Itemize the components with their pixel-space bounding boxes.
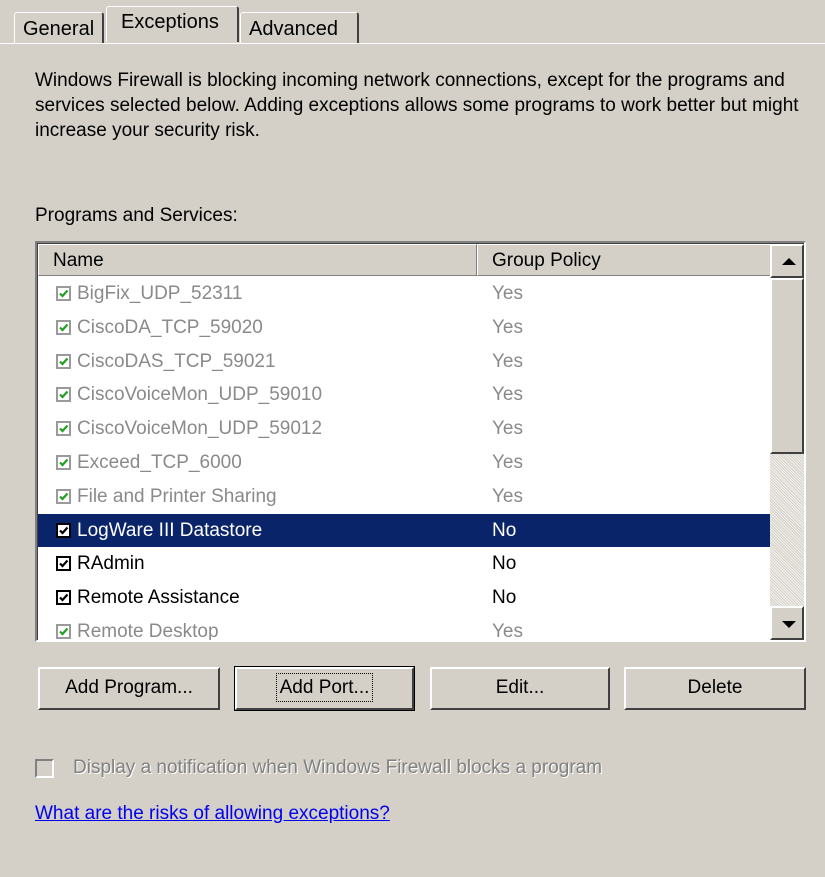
programs-label: Programs and Services: bbox=[35, 205, 238, 226]
row-name: RAdmin bbox=[77, 553, 145, 575]
row-checkbox[interactable] bbox=[56, 522, 71, 538]
list-item[interactable]: Remote Assistance No bbox=[38, 581, 771, 615]
tab-general-label: General bbox=[23, 18, 95, 40]
checkmark-icon bbox=[59, 289, 69, 298]
list-item[interactable]: RAdmin No bbox=[38, 547, 771, 581]
row-group-policy: Yes bbox=[492, 350, 523, 372]
tab-panel-edge bbox=[0, 43, 825, 44]
list-item[interactable]: CiscoDA_TCP_59020 Yes bbox=[38, 311, 771, 345]
scroll-up-button[interactable] bbox=[770, 244, 804, 278]
add-program-label: Add Program... bbox=[65, 677, 193, 698]
row-group-policy: Yes bbox=[492, 418, 523, 440]
scrollbar-thumb[interactable] bbox=[770, 278, 804, 454]
row-name: CiscoVoiceMon_UDP_59010 bbox=[77, 384, 323, 406]
row-name: CiscoVoiceMon_UDP_59012 bbox=[77, 418, 323, 440]
row-group-policy: No bbox=[492, 587, 517, 609]
row-checkbox[interactable] bbox=[56, 387, 71, 403]
column-header-name-label: Name bbox=[53, 250, 104, 271]
list-item[interactable]: CiscoVoiceMon_UDP_59010 Yes bbox=[38, 378, 771, 412]
delete-label: Delete bbox=[687, 677, 743, 698]
checkmark-icon bbox=[59, 627, 69, 636]
checkmark-icon bbox=[59, 593, 69, 602]
row-name: Remote Assistance bbox=[77, 587, 240, 609]
notification-checkbox[interactable] bbox=[35, 759, 54, 778]
edit-button[interactable]: Edit... bbox=[430, 667, 610, 710]
row-group-policy: No bbox=[492, 519, 517, 541]
notification-label: Display a notification when Windows Fire… bbox=[73, 757, 603, 778]
row-name: CiscoDAS_TCP_59021 bbox=[77, 350, 276, 372]
row-group-policy: Yes bbox=[492, 620, 523, 642]
programs-list[interactable]: Name Group Policy BigFix_UDP_52311 Yes Cis… bbox=[35, 241, 806, 642]
checkmark-icon bbox=[59, 323, 69, 332]
edit-label: Edit... bbox=[495, 677, 545, 698]
row-group-policy: Yes bbox=[492, 485, 523, 507]
row-name: CiscoDA_TCP_59020 bbox=[77, 316, 263, 338]
row-name: BigFix_UDP_52311 bbox=[77, 283, 243, 304]
list-item[interactable]: CiscoVoiceMon_UDP_59012 Yes bbox=[38, 412, 771, 446]
checkmark-icon bbox=[59, 458, 69, 467]
description-text: Windows Firewall is blocking incoming ne… bbox=[35, 70, 799, 141]
vertical-scrollbar[interactable] bbox=[770, 244, 804, 640]
row-checkbox[interactable] bbox=[56, 488, 71, 504]
scroll-down-button[interactable] bbox=[770, 606, 804, 640]
checkmark-icon bbox=[59, 526, 69, 535]
list-item[interactable]: BigFix_UDP_52311 Yes bbox=[38, 277, 771, 311]
add-program-button[interactable]: Add Program... bbox=[38, 667, 220, 710]
row-group-policy: Yes bbox=[492, 451, 523, 473]
row-checkbox[interactable] bbox=[56, 623, 71, 639]
tab-general[interactable]: General bbox=[14, 12, 104, 44]
list-item[interactable]: Remote Desktop Yes bbox=[38, 615, 771, 642]
risks-help-link[interactable]: What are the risks of allowing exception… bbox=[35, 803, 390, 825]
row-group-policy: Yes bbox=[492, 384, 523, 406]
delete-button[interactable]: Delete bbox=[624, 667, 806, 710]
list-header: Name Group Policy bbox=[38, 244, 772, 276]
row-checkbox[interactable] bbox=[56, 286, 71, 301]
checkmark-icon bbox=[59, 492, 69, 501]
list-item[interactable]: CiscoDAS_TCP_59021 Yes bbox=[38, 345, 771, 379]
add-port-button[interactable]: Add Port... bbox=[234, 666, 415, 711]
up-arrow-icon bbox=[782, 258, 796, 265]
checkmark-icon bbox=[59, 391, 69, 399]
tab-advanced[interactable]: Advanced bbox=[240, 12, 359, 44]
list-item[interactable]: LogWare III Datastore No bbox=[38, 513, 771, 548]
list-item[interactable]: File and Printer Sharing Yes bbox=[38, 480, 771, 514]
row-group-policy: Yes bbox=[492, 316, 523, 338]
column-header-group-policy-label: Group Policy bbox=[492, 250, 601, 271]
row-checkbox[interactable] bbox=[56, 319, 71, 335]
column-header-name[interactable]: Name bbox=[38, 244, 477, 276]
row-checkbox[interactable] bbox=[56, 353, 71, 369]
add-port-label: Add Port... bbox=[275, 673, 374, 702]
row-checkbox[interactable] bbox=[56, 454, 71, 470]
row-checkbox[interactable] bbox=[56, 421, 71, 437]
row-name: File and Printer Sharing bbox=[77, 485, 277, 507]
tab-exceptions-label: Exceptions bbox=[121, 11, 219, 33]
row-checkbox[interactable] bbox=[56, 590, 71, 606]
list-rows: BigFix_UDP_52311 Yes CiscoDA_TCP_59020 Yes C… bbox=[38, 277, 771, 642]
down-arrow-icon bbox=[782, 621, 796, 628]
row-checkbox[interactable] bbox=[56, 556, 71, 572]
row-name: Remote Desktop bbox=[77, 620, 219, 642]
row-group-policy: No bbox=[492, 553, 517, 575]
checkmark-icon bbox=[59, 424, 69, 433]
row-name: Exceed_TCP_6000 bbox=[77, 451, 242, 473]
list-item[interactable]: Exceed_TCP_6000 Yes bbox=[38, 446, 771, 480]
row-name: LogWare III Datastore bbox=[77, 519, 263, 541]
checkmark-icon bbox=[59, 357, 69, 366]
column-header-group-policy[interactable]: Group Policy bbox=[477, 244, 772, 276]
tab-advanced-label: Advanced bbox=[249, 18, 338, 40]
row-group-policy: Yes bbox=[492, 283, 523, 304]
tab-exceptions[interactable]: Exceptions bbox=[106, 6, 239, 42]
checkmark-icon bbox=[59, 560, 69, 568]
